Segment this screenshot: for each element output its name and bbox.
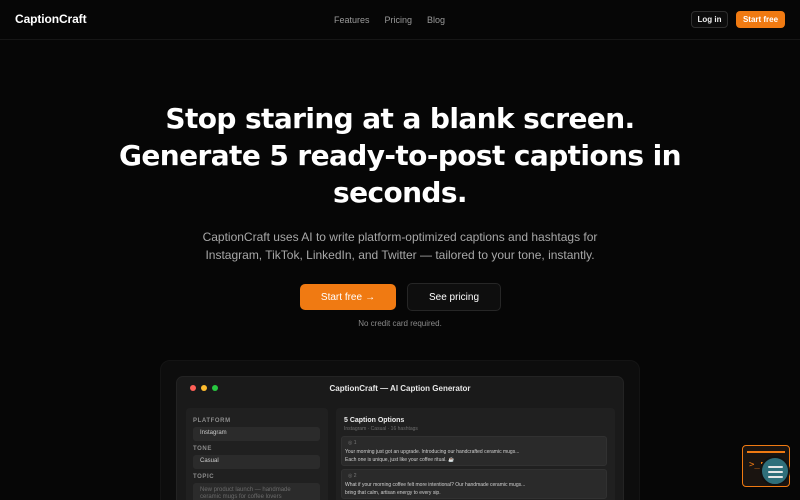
- results-meta: Instagram · Casual · 16 hashtags: [344, 426, 418, 432]
- see-pricing-button[interactable]: See pricing: [407, 283, 501, 311]
- tone-label: TONE: [193, 446, 212, 452]
- results-title: 5 Caption Options: [344, 417, 405, 424]
- logo[interactable]: CaptionCraft: [15, 12, 87, 26]
- caption-text-line: bring that calm, artisan energy to every…: [345, 490, 441, 496]
- no-credit-card-note: No credit card required.: [358, 319, 442, 328]
- start-free-label: Start free: [320, 291, 363, 303]
- platform-select[interactable]: Instagram: [193, 427, 320, 441]
- topic-input[interactable]: New product launch — handmade ceramic mu…: [193, 483, 320, 500]
- arrow-right-icon: →: [365, 291, 376, 303]
- caption-number: ◎ 1: [348, 440, 357, 446]
- hero-title: Stop staring at a blank screen. Generate…: [100, 100, 700, 211]
- nav-link-features[interactable]: Features: [334, 15, 370, 25]
- hero-title-line: seconds.: [333, 176, 468, 209]
- window-minimize-dot-icon: [201, 385, 207, 391]
- caption-text-line: Each one is unique, just like your coffe…: [345, 457, 455, 463]
- window-close-dot-icon: [190, 385, 196, 391]
- top-nav: CaptionCraft Features Pricing Blog Log i…: [0, 0, 800, 40]
- window-maximize-dot-icon: [212, 385, 218, 391]
- tone-select[interactable]: Casual: [193, 455, 320, 469]
- hero-subtitle-line: Instagram, TikTok, LinkedIn, and Twitter…: [205, 248, 595, 262]
- caption-text-line: What if your morning coffee felt more in…: [345, 482, 526, 488]
- caption-number: ◎ 2: [348, 473, 357, 479]
- chat-avatar-icon[interactable]: [760, 456, 790, 486]
- hero-subtitle: CaptionCraft uses AI to write platform-o…: [180, 228, 620, 264]
- hero-title-line: Generate 5 ready-to-post captions in: [119, 139, 682, 172]
- hero-title-line: Stop staring at a blank screen.: [165, 102, 635, 135]
- start-free-nav-button[interactable]: Start free: [736, 11, 785, 28]
- start-free-button[interactable]: Start free →: [300, 284, 396, 310]
- login-button[interactable]: Log in: [691, 11, 728, 28]
- window-title: CaptionCraft — AI Caption Generator: [329, 384, 471, 393]
- topic-label: TOPIC: [193, 474, 215, 480]
- nav-links: Features Pricing Blog: [334, 15, 445, 25]
- platform-label: PLATFORM: [193, 418, 231, 424]
- nav-link-blog[interactable]: Blog: [427, 15, 445, 25]
- nav-link-pricing[interactable]: Pricing: [385, 15, 413, 25]
- hero-subtitle-line: CaptionCraft uses AI to write platform-o…: [202, 230, 598, 244]
- caption-text-line: Your morning just got an upgrade. Introd…: [345, 449, 520, 455]
